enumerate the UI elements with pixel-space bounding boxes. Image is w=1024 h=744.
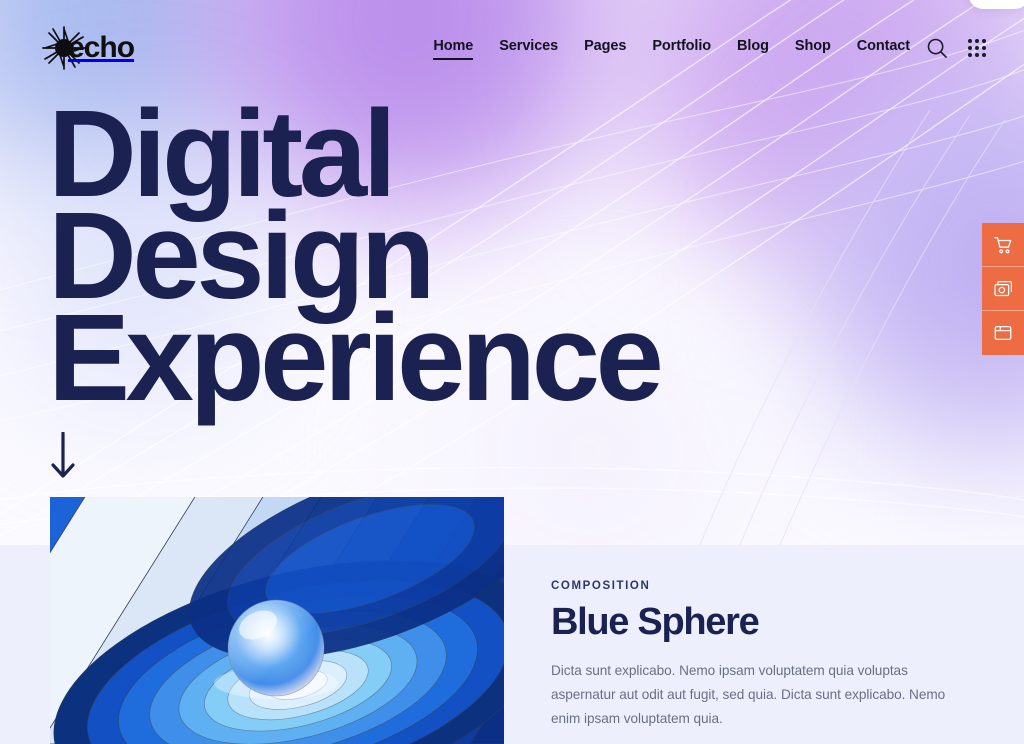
feature-body: Dicta sunt explicabo. Nemo ipsam volupta… (551, 662, 946, 727)
grid-dot (975, 38, 979, 43)
grid-dot (968, 45, 972, 50)
image-gallery-icon[interactable] (982, 267, 1024, 311)
grid-dot (982, 52, 986, 57)
grid-dot (982, 38, 986, 43)
grid-dot (975, 45, 979, 50)
nav-item-pages[interactable]: Pages (584, 38, 626, 58)
grid-dot (968, 52, 972, 57)
page-title: Digital Design Experience (48, 93, 664, 428)
nav-item-services[interactable]: Services (499, 38, 558, 58)
site-header: echo Home Services Pages Portfolio Blog … (0, 0, 1024, 95)
brand-name: echo (68, 30, 135, 64)
header-tools (926, 37, 986, 59)
side-action-rail (982, 223, 1024, 355)
brand-logo[interactable]: echo (42, 25, 135, 70)
grid-dot (975, 52, 979, 57)
browser-window-icon[interactable] (982, 311, 1024, 355)
search-icon[interactable] (926, 37, 948, 59)
feature-image[interactable] (50, 497, 504, 744)
grid-dots-icon[interactable] (968, 38, 986, 57)
feature-copy: COMPOSITION Blue Sphere Dicta sunt expli… (551, 580, 946, 731)
feature-eyebrow: COMPOSITION (551, 580, 651, 592)
page-root: echo Home Services Pages Portfolio Blog … (0, 0, 1024, 744)
nav-item-home[interactable]: Home (433, 38, 473, 60)
grid-dot (968, 38, 972, 43)
shopping-cart-icon[interactable] (982, 223, 1024, 267)
corner-badge[interactable]: VIS (968, 0, 1024, 9)
nav-item-contact[interactable]: Contact (857, 38, 910, 58)
nav-item-blog[interactable]: Blog (737, 38, 769, 58)
nav-item-portfolio[interactable]: Portfolio (652, 38, 711, 58)
main-navigation: Home Services Pages Portfolio Blog Shop … (433, 38, 910, 60)
headline-line-3: Experience (48, 290, 664, 428)
nav-item-shop[interactable]: Shop (795, 38, 831, 58)
feature-title: Blue Sphere (551, 601, 760, 643)
grid-dot (982, 45, 986, 50)
arrow-down-icon[interactable] (49, 431, 77, 487)
